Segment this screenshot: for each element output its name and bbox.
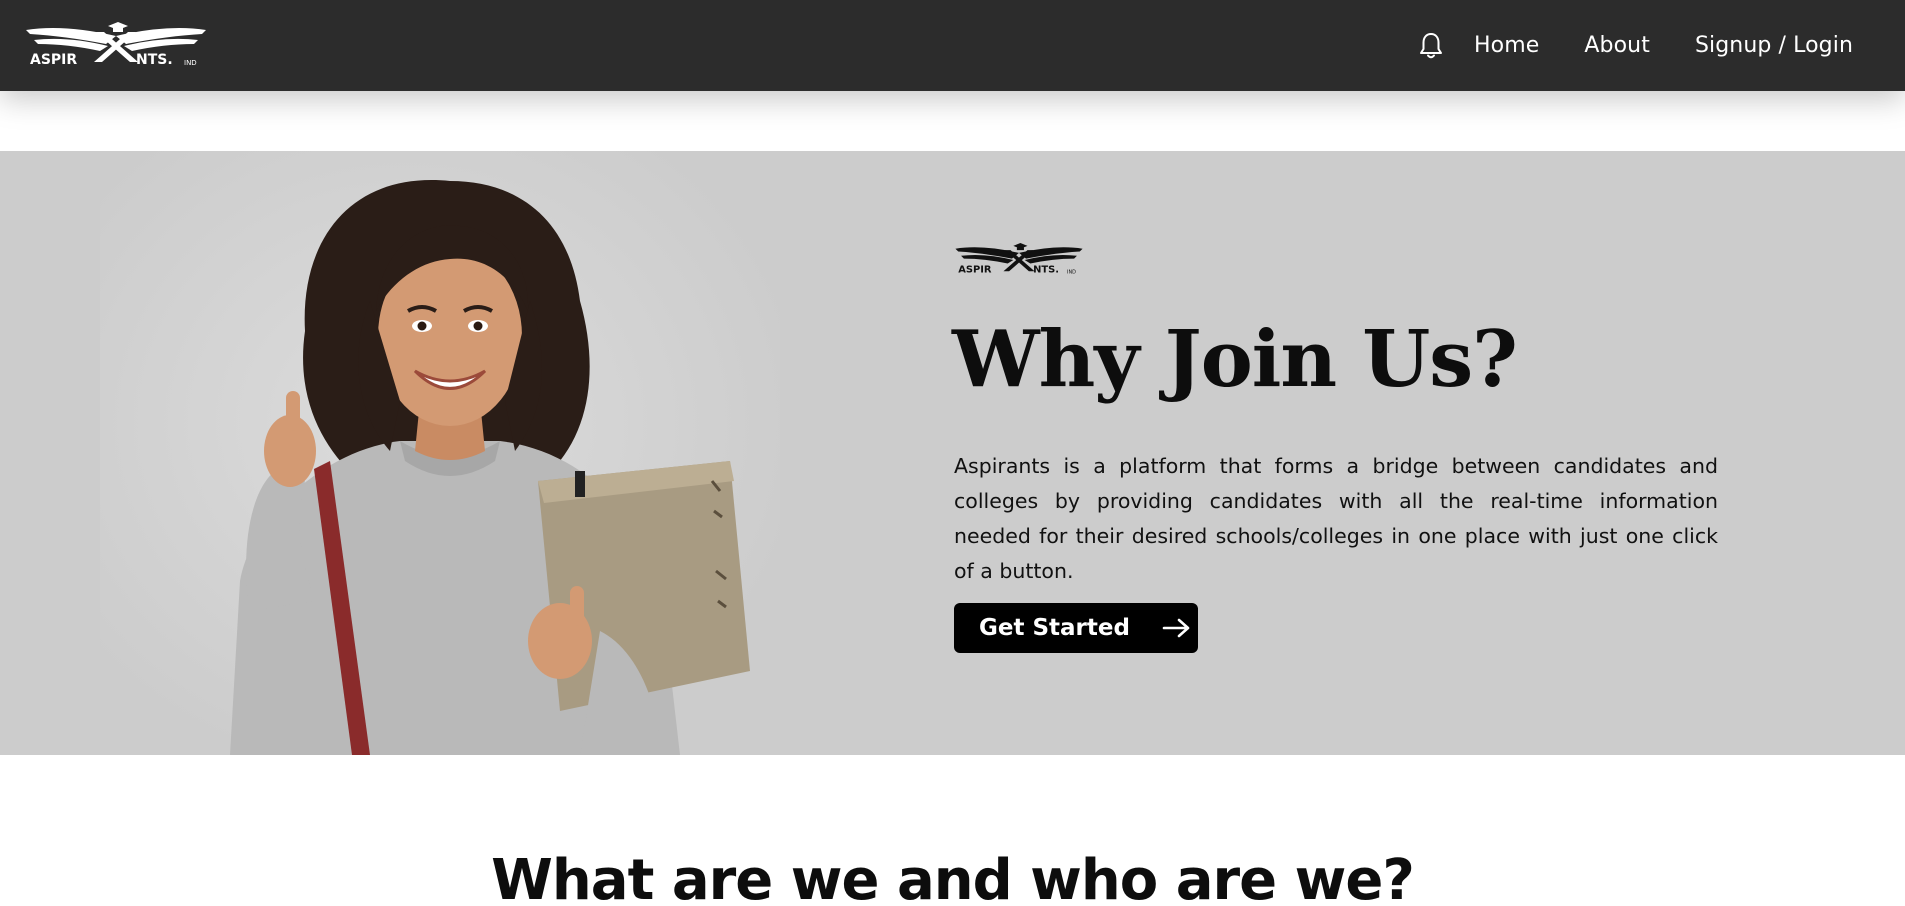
get-started-button[interactable]: Get Started [954, 603, 1198, 653]
bell-icon[interactable] [1416, 30, 1446, 62]
navbar: ASPIR NTS. IND Home About Signup / Login [0, 0, 1905, 91]
hero-logo-text-right: NTS. [1033, 265, 1059, 276]
hero-logo-text-left: ASPIR [958, 265, 992, 276]
logo-text-left: ASPIR [30, 52, 77, 68]
section-title: What are we and who are we? [491, 848, 1415, 906]
hero-title: Why Join Us? [952, 314, 1518, 405]
nav-link-signup-login[interactable]: Signup / Login [1695, 33, 1853, 58]
hero-description: Aspirants is a platform that forms a bri… [954, 454, 1718, 583]
nav-menu: Home About Signup / Login [1416, 0, 1853, 91]
logo-text-right: NTS. [136, 52, 173, 68]
brand-logo[interactable]: ASPIR NTS. IND [24, 20, 208, 72]
get-started-label: Get Started [979, 615, 1130, 641]
nav-link-about[interactable]: About [1584, 33, 1650, 58]
arrow-right-icon [1162, 617, 1192, 639]
logo-suffix: IND [184, 59, 197, 67]
logo-emblem: ASPIR NTS. IND [26, 22, 206, 68]
hero-logo-suffix: IND [1067, 269, 1076, 275]
hero-section: ASPIR NTS. IND Why Join Us? Aspirants is… [0, 151, 1905, 755]
student-photo [100, 151, 780, 755]
nav-link-home[interactable]: Home [1474, 33, 1539, 58]
hero-logo: ASPIR NTS. IND [954, 241, 1084, 279]
